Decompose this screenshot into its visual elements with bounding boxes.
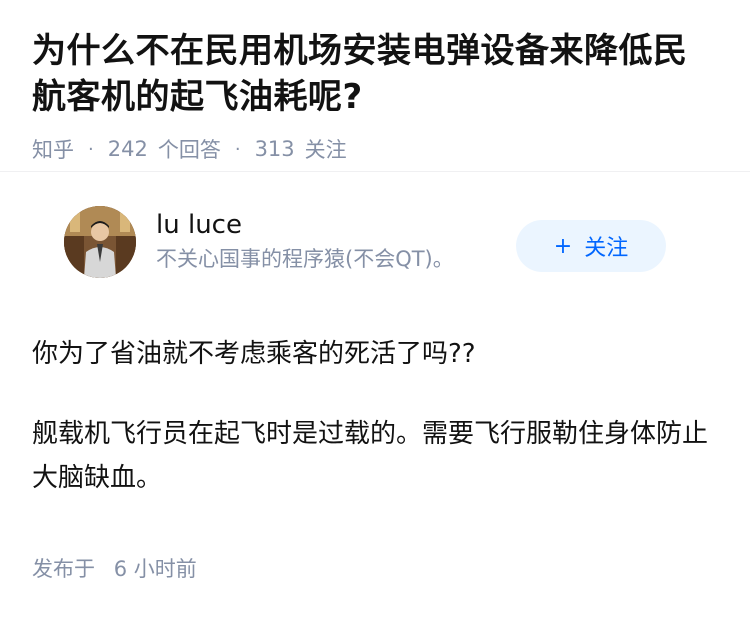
answer-content[interactable]: 你为了省油就不考虑乘客的死活了吗?? 舰载机飞行员在起飞时是过载的。需要飞行服勒…	[32, 332, 722, 536]
plus-icon: +	[553, 233, 573, 259]
question-header: 为什么不在民用机场安装电弹设备来降低民航客机的起飞油耗呢? 知乎 · 242 个…	[0, 0, 750, 172]
meta-separator: ·	[88, 138, 94, 160]
published-prefix: 发布于	[32, 557, 95, 581]
author-avatar[interactable]	[64, 206, 136, 278]
question-title[interactable]: 为什么不在民用机场安装电弹设备来降低民航客机的起飞油耗呢?	[32, 28, 718, 120]
follow-button-label: 关注	[584, 236, 629, 261]
answer-count: 242	[107, 137, 148, 161]
author-name[interactable]: lu luce	[156, 208, 454, 242]
follower-count-label: 关注	[304, 138, 347, 162]
user-avatar-photo-icon	[64, 206, 136, 278]
question-meta: 知乎 · 242 个回答 · 313 关注	[32, 134, 718, 164]
author-info: lu luce 不关心国事的程序猿(不会QT)。	[156, 208, 454, 274]
site-name[interactable]: 知乎	[32, 134, 74, 164]
author-bio: 不关心国事的程序猿(不会QT)。	[156, 247, 454, 271]
author-row: lu luce 不关心国事的程序猿(不会QT)。 + 关注	[32, 172, 718, 292]
answer-paragraph: 你为了省油就不考虑乘客的死活了吗??	[32, 339, 476, 369]
published-time: 6 小时前	[113, 557, 197, 581]
answer-paragraph: 舰载机飞行员在起飞时是过载的。需要飞行服勒住身体防止大脑缺血。	[32, 419, 709, 493]
answer-footer: 发布于 6 小时前	[32, 553, 197, 583]
answer-count-label[interactable]: 个回答	[158, 134, 221, 164]
meta-separator: ·	[234, 138, 241, 160]
follower-count: 313	[254, 137, 295, 161]
answer-card: lu luce 不关心国事的程序猿(不会QT)。 + 关注 你为了省油就不考虑乘…	[0, 172, 750, 581]
follow-button[interactable]: + 关注	[516, 220, 666, 272]
